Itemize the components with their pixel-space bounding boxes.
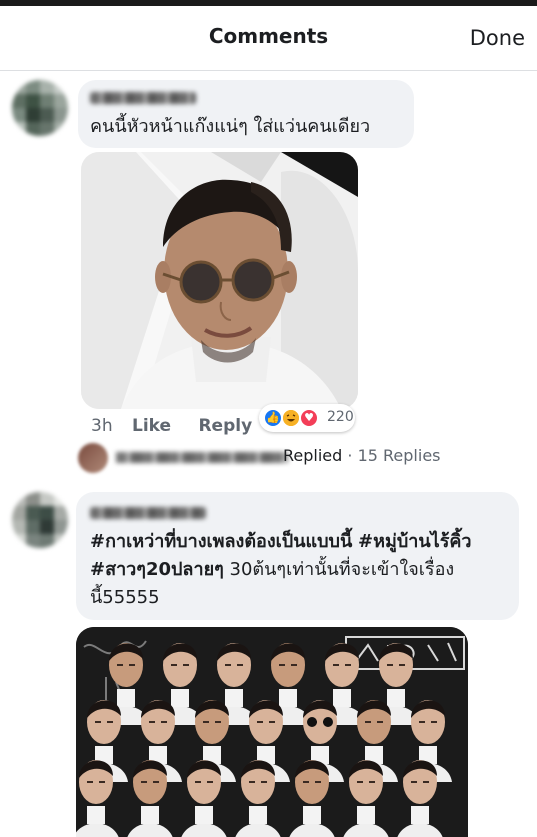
- reply-button[interactable]: Reply: [198, 416, 252, 436]
- comments-header: Comments Done: [0, 6, 537, 71]
- hashtag-link[interactable]: #กาเหว่าที่บางเพลงต้องเป็นแบบนี้: [90, 531, 352, 552]
- like-button[interactable]: Like: [132, 416, 171, 436]
- author-name-blurred: [90, 507, 206, 519]
- comment-text-line-1: #กาเหว่าที่บางเพลงต้องเป็นแบบนี้ #หมู่บ้…: [90, 528, 472, 555]
- man-with-sunglasses-image: [81, 152, 358, 409]
- reactions-summary[interactable]: 👍 ♥ 220: [259, 404, 355, 432]
- comment-text-line-3: นี้55555: [90, 587, 160, 608]
- album-poster-image: [76, 627, 468, 837]
- haha-reaction-icon: [281, 408, 301, 428]
- like-reaction-icon: 👍: [263, 408, 283, 428]
- comment-bubble[interactable]: คนนี้หัวหน้าแก๊งแน่ๆ ใส่แว่นคนเดียว: [78, 80, 414, 148]
- hashtag-link[interactable]: #หมู่บ้านไร้คิ้ว: [358, 531, 472, 552]
- avatar[interactable]: [12, 80, 68, 136]
- love-reaction-icon: ♥: [299, 408, 319, 428]
- comment-photo[interactable]: [81, 152, 358, 409]
- author-name-blurred: [90, 92, 196, 104]
- avatar[interactable]: [12, 492, 68, 548]
- comment-text: คนนี้หัวหน้าแก๊งแน่ๆ ใส่แว่นคนเดียว: [90, 116, 371, 137]
- reaction-count: 220: [327, 409, 354, 425]
- done-button[interactable]: Done: [470, 26, 525, 50]
- avatar: [78, 443, 108, 473]
- separator: ·: [347, 446, 353, 465]
- reply-count[interactable]: 15 Replies: [358, 446, 441, 465]
- comment-text-fragment: 30ต้นๆเท่านั้นที่จะเข้าใจเรื่อง: [223, 559, 455, 580]
- comment-actions: 3h Like Reply: [91, 416, 252, 436]
- replies-summary[interactable]: Replied · 15 Replies: [78, 440, 478, 474]
- comment-text-line-2: #สาวๆ20ปลายๆ 30ต้นๆเท่านั้นที่จะเข้าใจเร…: [90, 556, 454, 583]
- comment-time: 3h: [91, 416, 113, 436]
- page-title: Comments: [208, 24, 329, 48]
- comment-bubble[interactable]: #กาเหว่าที่บางเพลงต้องเป็นแบบนี้ #หมู่บ้…: [76, 492, 519, 620]
- hashtag-link[interactable]: #สาวๆ20ปลายๆ: [90, 559, 224, 580]
- replier-name-blurred: [116, 452, 288, 463]
- replied-label: Replied: [283, 446, 343, 465]
- comment-photo[interactable]: [76, 627, 468, 837]
- replies-label: Replied · 15 Replies: [283, 446, 441, 465]
